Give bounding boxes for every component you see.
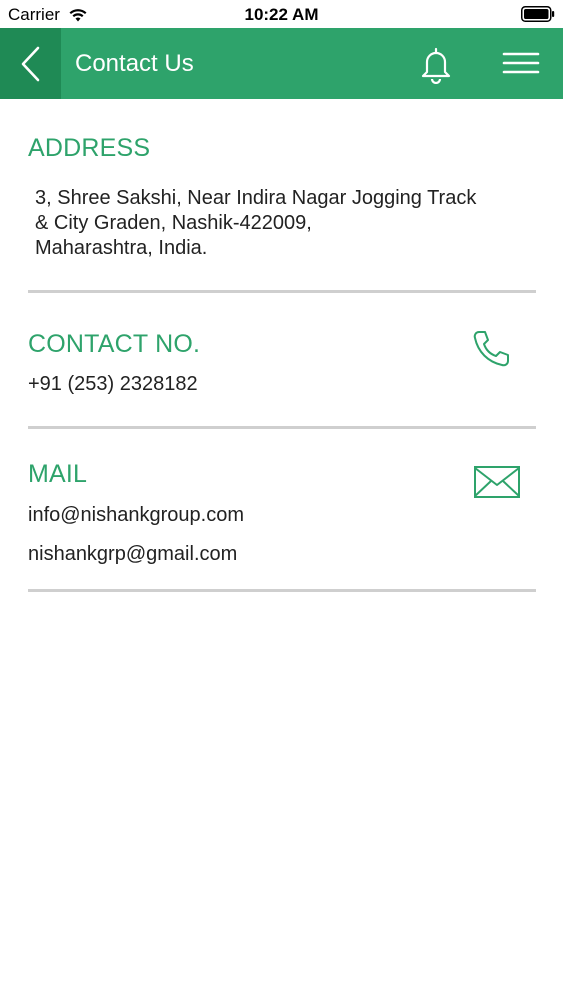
back-button[interactable] (0, 28, 61, 99)
hamburger-menu-icon[interactable] (502, 48, 540, 80)
page-title: Contact Us (75, 50, 194, 77)
envelope-icon[interactable] (473, 465, 521, 499)
phone-number[interactable]: +91 (253) 2328182 (28, 373, 198, 396)
battery-icon (521, 6, 555, 22)
address-heading: ADDRESS (28, 134, 151, 162)
bell-icon[interactable] (416, 44, 456, 84)
divider (28, 589, 536, 592)
mail-heading: MAIL (28, 460, 88, 488)
contact-heading: CONTACT NO. (28, 330, 201, 358)
phone-icon[interactable] (470, 328, 512, 370)
contact-us-screen: Carrier 10:22 AM Contact Us ADDRESS 3, S… (0, 0, 563, 1000)
address-line: 3, Shree Sakshi, Near Indira Nagar Joggi… (35, 187, 477, 209)
email-link[interactable]: info@nishankgroup.com (28, 504, 244, 527)
divider (28, 426, 536, 429)
navigation-bar: Contact Us (0, 28, 563, 99)
address-line: Maharashtra, India. (35, 237, 208, 259)
chevron-left-icon (21, 46, 39, 81)
address-text: 3, Shree Sakshi, Near Indira Nagar Joggi… (35, 186, 476, 261)
status-time: 10:22 AM (244, 5, 319, 24)
status-bar: Carrier 10:22 AM (0, 0, 563, 28)
divider (28, 290, 536, 293)
address-line: & City Graden, Nashik-422009, (35, 212, 312, 234)
email-link[interactable]: nishankgrp@gmail.com (28, 543, 237, 566)
